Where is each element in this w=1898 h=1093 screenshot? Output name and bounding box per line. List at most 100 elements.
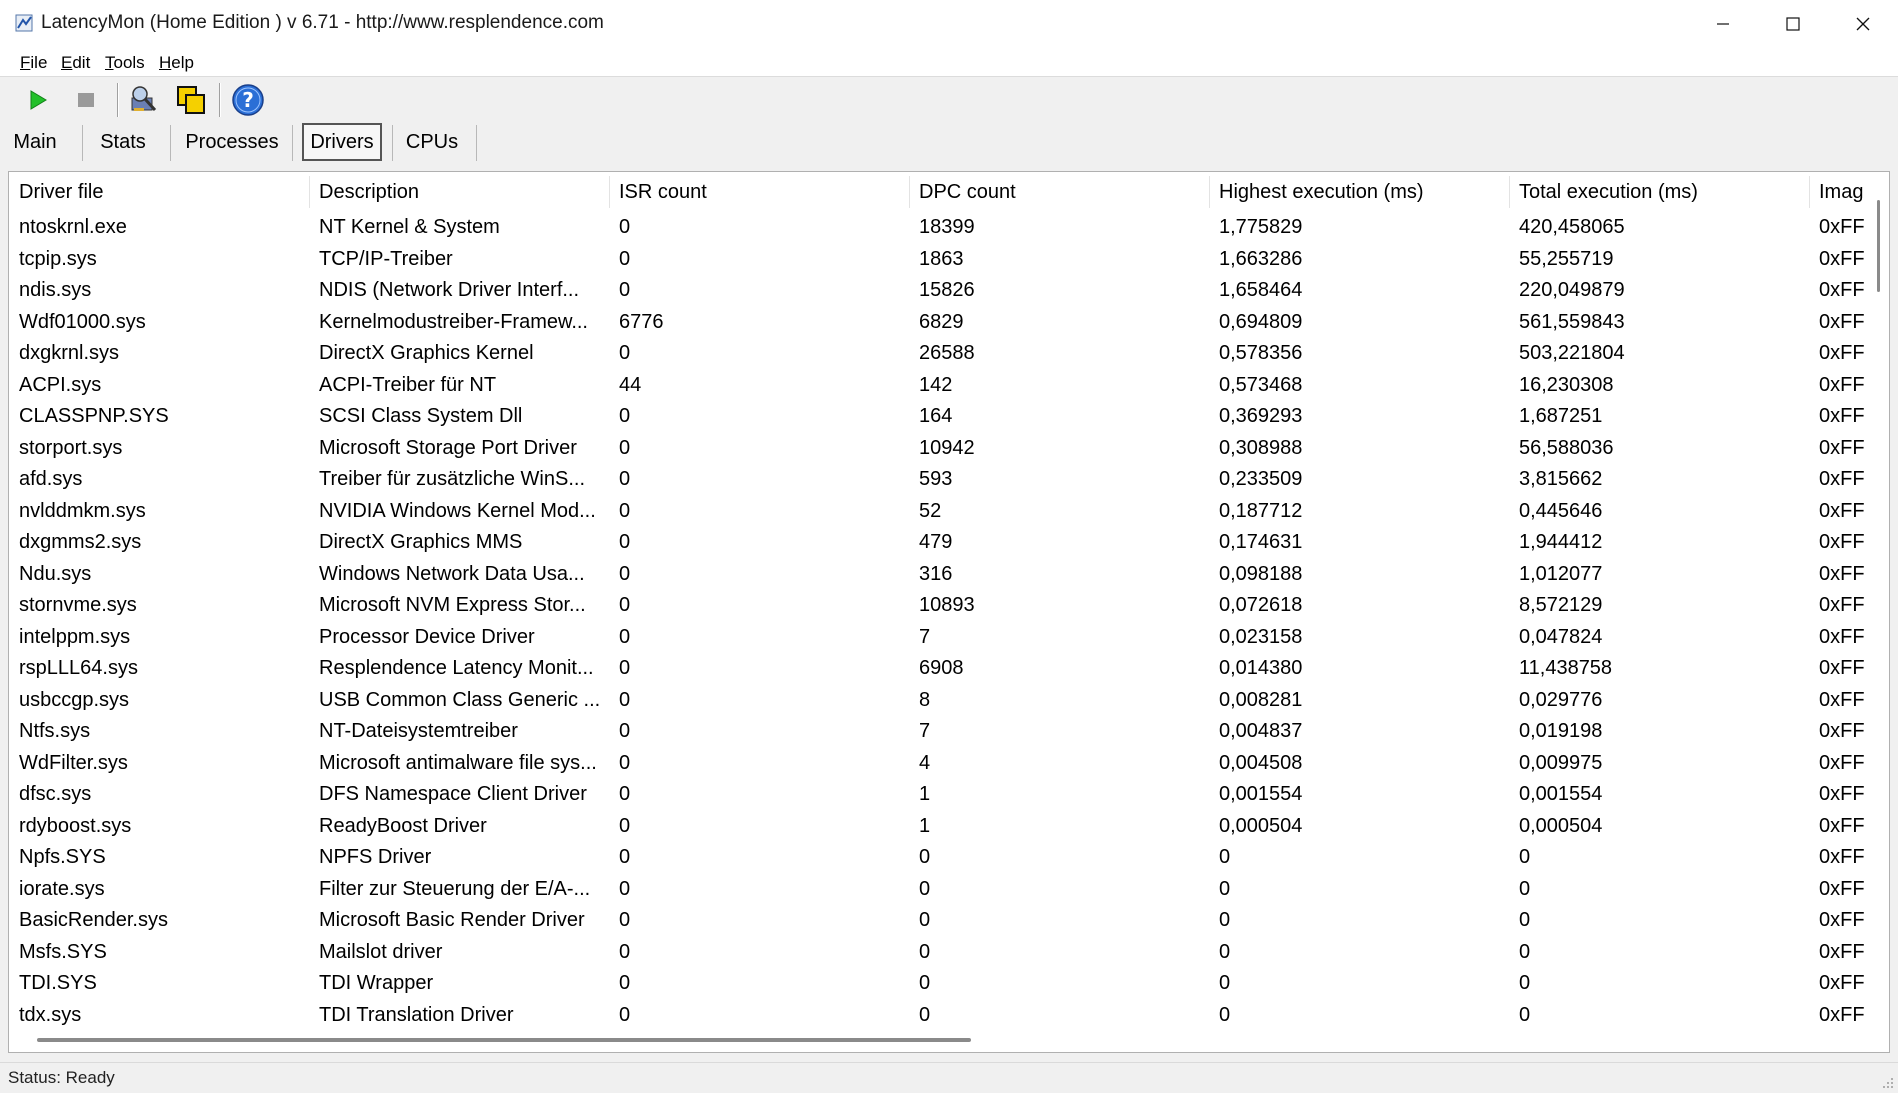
menu-file[interactable]: File bbox=[20, 53, 47, 73]
cell-description: NVIDIA Windows Kernel Mod... bbox=[319, 499, 596, 522]
menu-tools[interactable]: Tools bbox=[105, 53, 145, 73]
table-row[interactable]: Npfs.SYS NPFS Driver 0 0 0 0 0xFF bbox=[9, 842, 1869, 874]
cell-image: 0xFF bbox=[1819, 814, 1865, 837]
horizontal-scrollbar[interactable] bbox=[9, 1030, 1889, 1052]
table-row[interactable]: stornvme.sys Microsoft NVM Express Stor..… bbox=[9, 590, 1869, 622]
cell-dpc-count: 18399 bbox=[919, 216, 975, 238]
column-header-image[interactable]: Imag bbox=[1809, 172, 1869, 212]
table-row[interactable]: Ntfs.sys NT-Dateisystemtreiber 0 7 0,004837 0… bbox=[9, 716, 1869, 748]
table-row[interactable]: dxgkrnl.sys DirectX Graphics Kernel 0 26588… bbox=[9, 338, 1869, 370]
column-header-description[interactable]: Description bbox=[309, 172, 609, 212]
menu-edit[interactable]: Edit bbox=[61, 53, 90, 73]
cell-dpc-count: 7 bbox=[919, 720, 931, 742]
cell-isr-count: 0 bbox=[619, 877, 631, 900]
cell-highest-execution: 0 bbox=[1219, 972, 1231, 994]
column-header-driver-file[interactable]: Driver file bbox=[9, 172, 309, 212]
table-row[interactable]: ACPI.sys ACPI-Treiber für NT 44 142 0,573468… bbox=[9, 370, 1869, 402]
column-header-highest-execution[interactable]: Highest execution (ms) bbox=[1209, 172, 1509, 212]
table-row[interactable]: ndis.sys NDIS (Network Driver Interf... 0 1… bbox=[9, 275, 1869, 307]
cell-isr-count: 0 bbox=[619, 688, 631, 711]
table-row[interactable]: dxgmms2.sys DirectX Graphics MMS 0 479 0,174… bbox=[9, 527, 1869, 559]
table-row[interactable]: usbccgp.sys USB Common Class Generic ... 0… bbox=[9, 685, 1869, 717]
cell-description: DirectX Graphics MMS bbox=[319, 531, 523, 553]
table-row[interactable]: Ndu.sys Windows Network Data Usa... 0 316 0,… bbox=[9, 559, 1869, 591]
vertical-scrollbar[interactable] bbox=[1869, 172, 1889, 1032]
cell-description: Microsoft antimalware file sys... bbox=[319, 751, 597, 774]
maximize-button[interactable] bbox=[1758, 0, 1828, 48]
table-row[interactable]: storport.sys Microsoft Storage Port Drive… bbox=[9, 433, 1869, 465]
minimize-button[interactable] bbox=[1688, 0, 1758, 48]
cell-highest-execution: 0 bbox=[1219, 846, 1231, 868]
resize-grip-icon[interactable] bbox=[1880, 1075, 1894, 1089]
table-row[interactable]: BasicRender.sys Microsoft Basic Render Dr… bbox=[9, 905, 1869, 937]
vertical-scroll-thumb[interactable] bbox=[1877, 200, 1880, 292]
table-row[interactable]: tdx.sys TDI Translation Driver 0 0 0 0 0xFF bbox=[9, 1000, 1869, 1032]
cell-driver-file: Wdf01000.sys bbox=[19, 310, 146, 333]
analyze-button[interactable] bbox=[125, 82, 161, 118]
table-row[interactable]: intelppm.sys Processor Device Driver 0 7 0,0… bbox=[9, 622, 1869, 654]
table-row[interactable]: Msfs.SYS Mailslot driver 0 0 0 0 0xFF bbox=[9, 937, 1869, 969]
cell-total-execution: 1,012077 bbox=[1519, 562, 1603, 585]
cell-dpc-count: 479 bbox=[919, 531, 953, 553]
table-row[interactable]: rspLLL64.sys Resplendence Latency Monit..… bbox=[9, 653, 1869, 685]
column-header-total-execution[interactable]: Total execution (ms) bbox=[1509, 172, 1809, 212]
tab-stats[interactable]: Stats bbox=[94, 125, 152, 159]
table-row[interactable]: rdyboost.sys ReadyBoost Driver 0 1 0,000504 0… bbox=[9, 811, 1869, 843]
table-row[interactable]: ntoskrnl.exe NT Kernel & System 0 18399 1,77… bbox=[9, 212, 1869, 244]
cell-isr-count: 0 bbox=[619, 342, 631, 364]
table-row[interactable]: CLASSPNP.SYS SCSI Class System Dll 0 164 0,3… bbox=[9, 401, 1869, 433]
cell-isr-count: 0 bbox=[619, 216, 631, 238]
column-header-isr-count[interactable]: ISR count bbox=[609, 172, 909, 212]
cell-isr-count: 44 bbox=[619, 373, 642, 396]
tab-drivers[interactable]: Drivers bbox=[302, 123, 382, 161]
cell-dpc-count: 0 bbox=[919, 846, 931, 868]
stop-icon bbox=[78, 93, 94, 107]
cell-dpc-count: 10942 bbox=[919, 436, 975, 459]
drivers-table[interactable]: Driver file Description ISR count DPC co… bbox=[8, 171, 1890, 1053]
cell-isr-count: 0 bbox=[619, 940, 631, 963]
cell-description: NDIS (Network Driver Interf... bbox=[319, 279, 580, 301]
table-row[interactable]: iorate.sys Filter zur Steuerung der E/A-.… bbox=[9, 874, 1869, 906]
stop-monitor-button[interactable] bbox=[68, 82, 104, 118]
cell-highest-execution: 0,004508 bbox=[1219, 751, 1303, 774]
table-row[interactable]: afd.sys Treiber für zusätzliche WinS... 0 5… bbox=[9, 464, 1869, 496]
menu-edit-label: dit bbox=[72, 53, 91, 72]
cell-highest-execution: 0 bbox=[1219, 940, 1231, 963]
cell-description: TDI Translation Driver bbox=[319, 1003, 514, 1026]
cell-driver-file: BasicRender.sys bbox=[19, 909, 168, 931]
cell-dpc-count: 142 bbox=[919, 373, 953, 396]
cell-total-execution: 0,009975 bbox=[1519, 751, 1603, 774]
cell-total-execution: 503,221804 bbox=[1519, 342, 1625, 364]
horizontal-scroll-thumb[interactable] bbox=[37, 1038, 971, 1042]
help-button[interactable]: ? bbox=[230, 82, 266, 118]
table-row[interactable]: WdFilter.sys Microsoft antimalware file s… bbox=[9, 748, 1869, 780]
window-title: LatencyMon (Home Edition ) v 6.71 - http… bbox=[41, 12, 604, 33]
tab-main[interactable]: Main bbox=[8, 125, 62, 159]
cell-total-execution: 0,445646 bbox=[1519, 499, 1603, 522]
cell-driver-file: ACPI.sys bbox=[19, 373, 102, 396]
cell-dpc-count: 0 bbox=[919, 940, 931, 963]
table-row[interactable]: dfsc.sys DFS Namespace Client Driver 0 1 0,0… bbox=[9, 779, 1869, 811]
table-row[interactable]: tcpip.sys TCP/IP-Treiber 0 1863 1,663286 55,2… bbox=[9, 244, 1869, 276]
table-row[interactable]: TDI.SYS TDI Wrapper 0 0 0 0 0xFF bbox=[9, 968, 1869, 1000]
menu-tools-accel: T bbox=[105, 53, 114, 72]
column-header-dpc-count[interactable]: DPC count bbox=[909, 172, 1209, 212]
cell-description: Microsoft Storage Port Driver bbox=[319, 436, 577, 459]
tab-cpus[interactable]: CPUs bbox=[402, 125, 462, 159]
cell-total-execution: 1,944412 bbox=[1519, 531, 1603, 553]
cell-driver-file: Ntfs.sys bbox=[19, 720, 91, 742]
cell-image: 0xFF bbox=[1819, 783, 1865, 805]
table-row[interactable]: Wdf01000.sys Kernelmodustreiber-Framew...… bbox=[9, 307, 1869, 339]
start-monitor-button[interactable] bbox=[20, 82, 56, 118]
menu-edit-accel: E bbox=[61, 53, 73, 72]
tab-processes[interactable]: Processes bbox=[182, 125, 282, 159]
cell-description: Microsoft NVM Express Stor... bbox=[319, 594, 586, 616]
close-button[interactable] bbox=[1828, 0, 1898, 48]
cell-image: 0xFF bbox=[1819, 688, 1865, 711]
cell-driver-file: dxgmms2.sys bbox=[19, 531, 142, 553]
copy-windows-button[interactable] bbox=[173, 82, 209, 118]
menu-help[interactable]: Help bbox=[159, 53, 194, 73]
cell-highest-execution: 0,008281 bbox=[1219, 688, 1303, 711]
cell-total-execution: 0,000504 bbox=[1519, 814, 1603, 837]
table-row[interactable]: nvlddmkm.sys NVIDIA Windows Kernel Mod...… bbox=[9, 496, 1869, 528]
